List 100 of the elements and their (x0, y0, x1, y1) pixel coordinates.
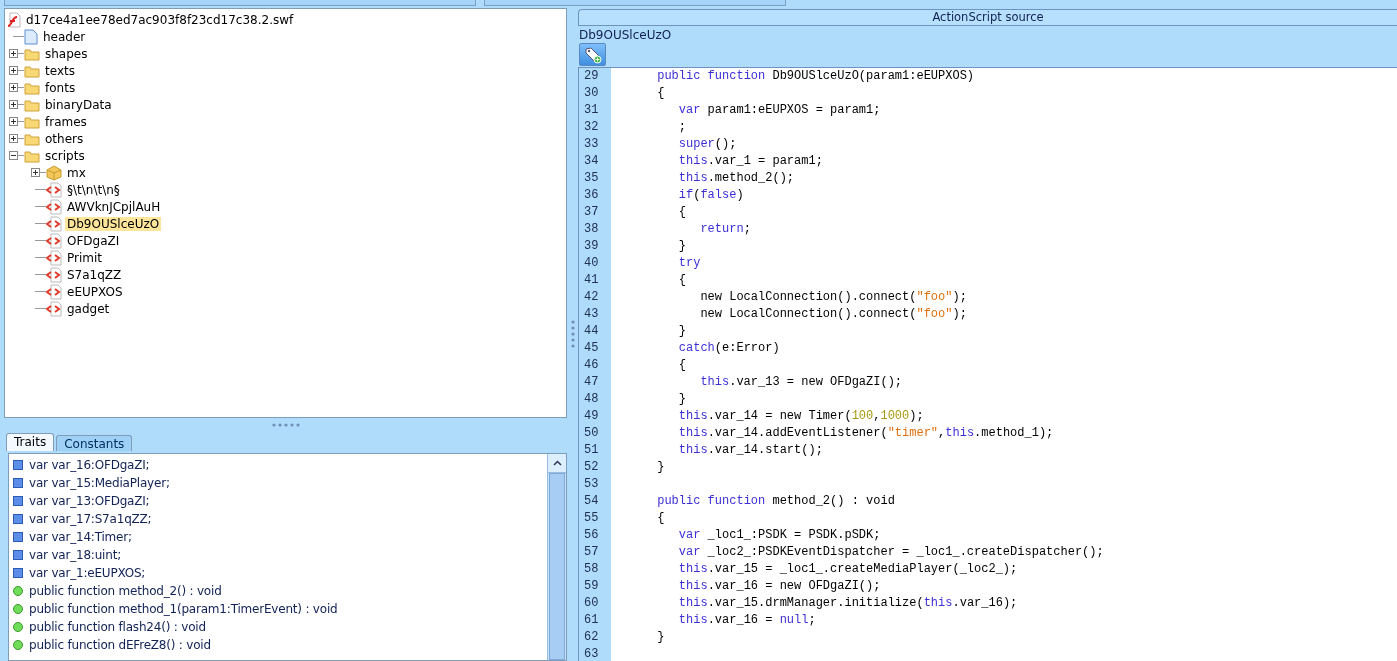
script-icon (46, 249, 62, 266)
code-line: { (656, 85, 666, 102)
script-icon (46, 300, 62, 317)
folder-icon (24, 80, 40, 95)
code-line: this.var_14 = new Timer(100,1000); (677, 408, 925, 425)
scroll-up-icon[interactable] (552, 460, 562, 466)
tree-item[interactable]: d17ce4a1ee78ed7ac903f8f23cd17c38.2.swf (24, 12, 296, 27)
code-editor[interactable] (578, 68, 1397, 661)
splitter-handle-icon[interactable] (270, 423, 301, 427)
line-number: 56 (583, 527, 600, 544)
line-number: 54 (583, 493, 600, 510)
code-line: { (677, 357, 687, 374)
folder-icon (24, 131, 40, 146)
tree-item[interactable]: header (41, 29, 88, 44)
splitter-handle-icon[interactable] (570, 318, 575, 349)
trait-item[interactable]: var var_18:uint; (29, 548, 121, 562)
trait-item[interactable]: var var_16:OFDgaZI; (29, 458, 150, 472)
trait-item[interactable]: var var_17:S7a1qZZ; (29, 512, 152, 526)
package-icon (46, 164, 62, 181)
expand-toggle-icon[interactable] (9, 49, 18, 58)
trait-item[interactable]: var var_1:eEUPXOS; (29, 566, 146, 580)
folder-icon (24, 63, 40, 78)
line-number: 40 (583, 255, 600, 272)
trait-item[interactable]: var var_15:MediaPlayer; (29, 476, 170, 490)
tree-item[interactable]: shapes (43, 46, 90, 61)
line-number: 63 (583, 646, 600, 661)
line-number: 34 (583, 153, 600, 170)
line-number: 60 (583, 595, 600, 612)
line-number: 35 (583, 170, 600, 187)
code-line: new LocalConnection().connect("foo"); (699, 289, 968, 306)
expand-toggle-icon[interactable] (9, 83, 18, 92)
line-number: 37 (583, 204, 600, 221)
trait-item[interactable]: public function method_1(param1:TimerEvent) : void (29, 602, 338, 616)
tree-item[interactable]: AWVknJCpjlAuH (65, 199, 163, 214)
tree-item[interactable]: Db9OUSlceUzO (65, 216, 162, 231)
expand-toggle-icon[interactable] (9, 66, 18, 75)
trait-item[interactable]: public function flash24() : void (29, 620, 206, 634)
tree-item[interactable]: texts (43, 63, 77, 78)
line-number: 32 (583, 119, 600, 136)
line-number: 31 (583, 102, 600, 119)
code-line: this.method_2(); (677, 170, 796, 187)
tree-item[interactable]: OFDgaZI (65, 233, 122, 248)
line-number: 50 (583, 425, 600, 442)
code-line: this.var_15.drmManager.initialize(this.var_16); (677, 595, 1019, 612)
tree-item[interactable]: scripts (43, 148, 87, 163)
code-line: super(); (677, 136, 738, 153)
line-number: 55 (583, 510, 600, 527)
code-line: this.var_14.start(); (677, 442, 824, 459)
tag-add-icon (583, 45, 602, 64)
script-icon (46, 181, 62, 198)
line-number: 57 (583, 544, 600, 561)
line-number: 36 (583, 187, 600, 204)
tab[interactable]: Traits (6, 433, 55, 451)
script-icon (46, 283, 62, 300)
line-number: 43 (583, 306, 600, 323)
expand-toggle-icon[interactable] (9, 117, 18, 126)
folder-icon (24, 97, 40, 112)
scrollbar[interactable] (547, 454, 566, 660)
line-number: 42 (583, 289, 600, 306)
expand-toggle-icon[interactable] (9, 100, 18, 109)
line-number: 52 (583, 459, 600, 476)
code-line: public function method_2() : void (656, 493, 896, 510)
tree-item[interactable]: others (43, 131, 86, 146)
line-number: 38 (583, 221, 600, 238)
trait-item[interactable]: var var_14:Timer; (29, 530, 132, 544)
tab[interactable]: Constants (56, 435, 133, 451)
line-number: 30 (583, 85, 600, 102)
trait-item[interactable]: public function dEFreZ8() : void (29, 638, 211, 652)
tree-item[interactable]: Primit (65, 250, 105, 265)
code-line: { (656, 510, 666, 527)
tree-item[interactable]: mx (65, 165, 88, 180)
line-number: 51 (583, 442, 600, 459)
code-line: } (656, 459, 666, 476)
folder-icon (24, 46, 40, 61)
script-icon (46, 266, 62, 283)
code-line: var param1:eEUPXOS = param1; (677, 102, 882, 119)
collapse-toggle-icon[interactable] (9, 151, 18, 160)
code-line: } (677, 238, 687, 255)
line-number: 33 (583, 136, 600, 153)
code-line: var _loc1_:PSDK = PSDK.pSDK; (677, 527, 882, 544)
trait-item[interactable]: public function method_2() : void (29, 584, 222, 598)
add-tag-button[interactable] (579, 43, 606, 66)
tree-item[interactable]: §\t\n\t\n§ (65, 182, 122, 197)
tree-item[interactable]: fonts (43, 80, 78, 95)
tree-item[interactable]: S7a1qZZ (65, 267, 124, 282)
code-line: this.var_15 = _loc1_.createMediaPlayer(_loc2_); (677, 561, 1019, 578)
code-line: if(false) (677, 187, 745, 204)
script-icon (46, 198, 62, 215)
line-number: 53 (583, 476, 600, 493)
line-number: 39 (583, 238, 600, 255)
tree-item[interactable]: eEUPXOS (65, 284, 125, 299)
line-number: 29 (583, 68, 600, 85)
tree-item[interactable]: gadget (65, 301, 112, 316)
line-number: 59 (583, 578, 600, 595)
tree-item[interactable]: frames (43, 114, 89, 129)
trait-item[interactable]: var var_13:OFDgaZI; (29, 494, 150, 508)
line-number: 46 (583, 357, 600, 374)
expand-toggle-icon[interactable] (31, 168, 40, 177)
tree-item[interactable]: binaryData (43, 97, 114, 112)
expand-toggle-icon[interactable] (9, 134, 18, 143)
